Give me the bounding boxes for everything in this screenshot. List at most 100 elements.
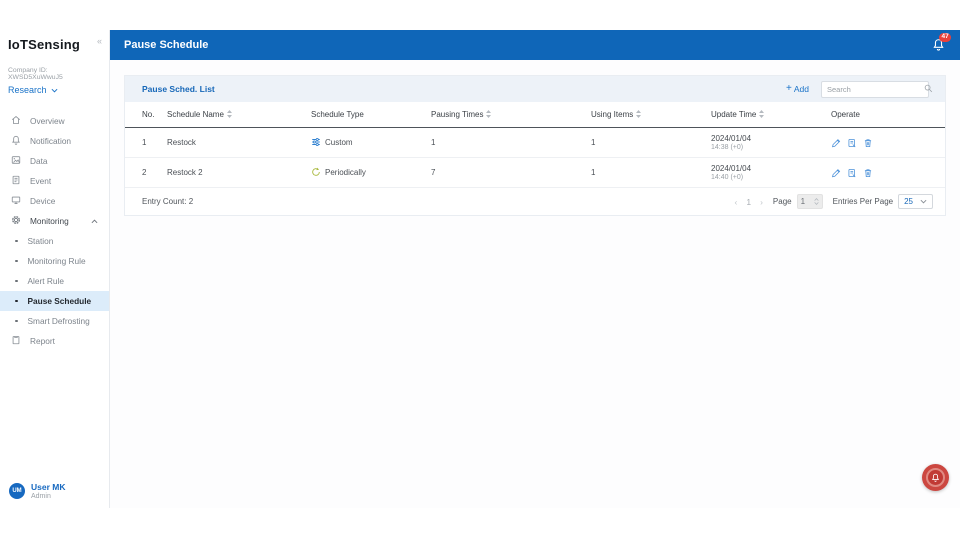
bell-icon: [11, 135, 21, 147]
table-row: 1 Restock Custom 1 1 2024/01/04 14:38 (+…: [125, 128, 945, 158]
team-selector[interactable]: Research: [8, 85, 101, 95]
copy-record-icon[interactable]: [847, 168, 857, 178]
table-header-row: No. Schedule Name Schedule Type Pausing …: [125, 102, 945, 128]
cell-update-time: 14:40 (+0): [711, 174, 744, 181]
user-profile[interactable]: UM User MK Admin: [9, 482, 65, 500]
notification-count-badge: 47: [939, 33, 952, 42]
page-input[interactable]: 1: [796, 194, 823, 209]
per-page-value: 25: [904, 197, 913, 206]
custom-schedule-icon: [311, 137, 321, 149]
sidebar-item-device[interactable]: Device: [0, 191, 109, 211]
app-window: IoTSensing « Company ID: XWSD5XuWwuJ5 Re…: [0, 30, 960, 508]
cell-using-items: 1: [591, 168, 596, 177]
spinner-icons[interactable]: [813, 198, 819, 205]
add-button-label: Add: [793, 84, 809, 94]
column-header-operate: Operate: [831, 110, 860, 119]
sidebar-item-overview[interactable]: Overview: [0, 111, 109, 131]
bullet-icon: [15, 259, 18, 263]
user-name: User MK: [31, 482, 66, 492]
page-title: Pause Schedule: [124, 39, 209, 51]
alarm-bell-icon: [926, 468, 945, 487]
plus-icon: +: [786, 83, 792, 94]
sidebar-item-monitoring[interactable]: Monitoring: [0, 211, 109, 231]
sidebar-item-pause-schedule[interactable]: Pause Schedule: [0, 291, 109, 311]
company-id: Company ID: XWSD5XuWwuJ5: [8, 67, 63, 81]
cell-schedule-type: Periodically: [325, 168, 366, 177]
alarm-fab-button[interactable]: [922, 464, 949, 491]
sidebar-item-report[interactable]: Report: [0, 331, 109, 351]
cell-no: 2: [142, 168, 147, 177]
sidebar-item-station[interactable]: Station: [0, 231, 109, 251]
copy-record-icon[interactable]: [847, 138, 857, 148]
periodic-schedule-icon: [311, 167, 321, 179]
gear-icon: [11, 215, 21, 227]
per-page-label: Entries Per Page: [832, 197, 894, 206]
sidebar-item-label: Device: [30, 196, 56, 206]
bullet-icon: [15, 319, 18, 323]
sidebar-item-label: Monitoring: [30, 216, 69, 226]
cell-schedule-name: Restock 2: [167, 168, 203, 177]
data-icon: [11, 155, 21, 167]
cell-pausing-times: 1: [431, 138, 436, 147]
sidebar-item-monitoring-rule[interactable]: Monitoring Rule: [0, 251, 109, 271]
table-row: 2 Restock 2 Periodically 7 1 2024/01/04 …: [125, 158, 945, 188]
cell-no: 1: [142, 138, 147, 147]
page-number-button[interactable]: 1: [746, 197, 751, 207]
sort-icon[interactable]: [759, 109, 765, 120]
bullet-icon: [15, 279, 18, 283]
chevron-up-icon: [91, 216, 98, 226]
sidebar-item-label: Alert Rule: [27, 276, 64, 286]
entry-count: Entry Count: 2: [142, 197, 194, 206]
edit-icon[interactable]: [831, 138, 841, 148]
add-button[interactable]: + Add: [786, 83, 809, 95]
delete-icon[interactable]: [863, 138, 873, 148]
sidebar-item-label: Overview: [30, 116, 65, 126]
column-header-schedule-name[interactable]: Schedule Name: [167, 110, 224, 119]
sidebar-nav: Overview Notification Data Event Device …: [0, 111, 109, 351]
column-header-pausing-times[interactable]: Pausing Times: [431, 110, 483, 119]
device-icon: [11, 195, 21, 207]
page-input-value: 1: [800, 197, 806, 206]
prev-page-button[interactable]: ‹: [735, 197, 738, 207]
bullet-icon: [15, 299, 18, 303]
notification-bell-button[interactable]: 47: [932, 33, 952, 52]
delete-icon[interactable]: [863, 168, 873, 178]
bullet-icon: [15, 239, 18, 243]
sort-icon[interactable]: [486, 109, 492, 120]
card-title: Pause Sched. List: [142, 84, 215, 94]
sidebar-collapse-icon[interactable]: «: [97, 37, 102, 46]
sidebar-item-label: Report: [30, 336, 55, 346]
search-input[interactable]: [827, 84, 924, 94]
cell-update-time: 14:38 (+0): [711, 144, 744, 151]
column-header-using-items[interactable]: Using Items: [591, 110, 633, 119]
sidebar-item-label: Notification: [30, 136, 72, 146]
sidebar-item-label: Event: [30, 176, 52, 186]
team-name: Research: [8, 85, 47, 95]
sort-icon[interactable]: [226, 109, 232, 120]
sidebar-item-label: Monitoring Rule: [27, 256, 86, 266]
sidebar-item-label: Pause Schedule: [27, 296, 92, 306]
search-icon: [924, 80, 933, 98]
sidebar-item-label: Data: [30, 156, 48, 166]
sidebar-item-data[interactable]: Data: [0, 151, 109, 171]
cell-using-items: 1: [591, 138, 596, 147]
column-header-update-time[interactable]: Update Time: [711, 110, 756, 119]
next-page-button[interactable]: ›: [760, 197, 763, 207]
cell-schedule-type: Custom: [325, 138, 353, 147]
cell-pausing-times: 7: [431, 168, 436, 177]
pause-schedule-card: Pause Sched. List + Add Search No. Sched…: [124, 75, 946, 216]
search-box: [821, 80, 933, 98]
column-header-schedule-type: Schedule Type: [311, 110, 364, 119]
sidebar-item-event[interactable]: Event: [0, 171, 109, 191]
sidebar-item-smart-defrosting[interactable]: Smart Defrosting: [0, 311, 109, 331]
report-icon: [11, 335, 21, 347]
sort-icon[interactable]: [636, 109, 642, 120]
main-area: Pause Schedule 47 Pause Sched. List + Ad…: [110, 30, 960, 508]
card-header: Pause Sched. List + Add: [125, 76, 945, 102]
sidebar-item-label: Smart Defrosting: [27, 316, 90, 326]
chevron-down-icon: [920, 197, 927, 206]
edit-icon[interactable]: [831, 168, 841, 178]
sidebar-item-alert-rule[interactable]: Alert Rule: [0, 271, 109, 291]
per-page-select[interactable]: 25: [898, 194, 933, 209]
sidebar-item-notification[interactable]: Notification: [0, 131, 109, 151]
